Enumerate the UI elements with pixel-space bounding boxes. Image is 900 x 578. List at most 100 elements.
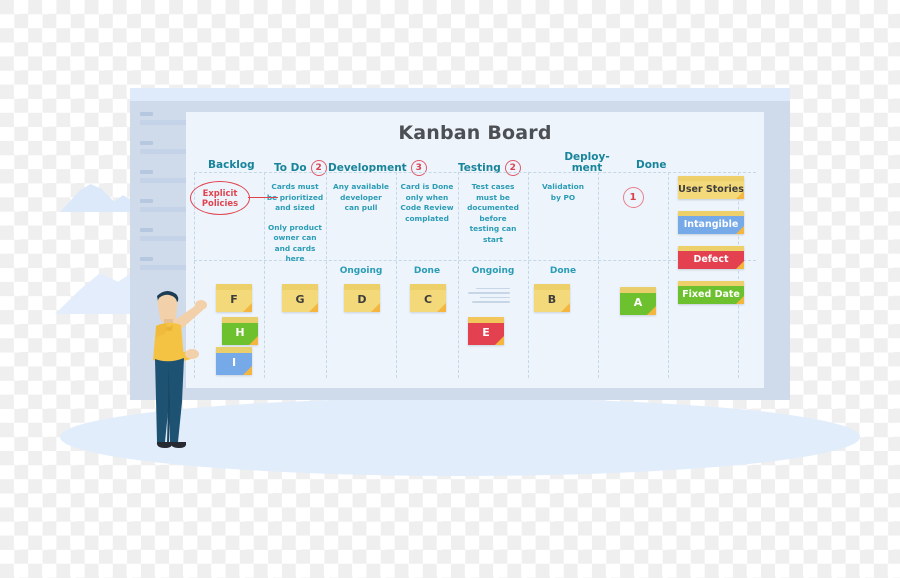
person-svg (153, 290, 207, 448)
policy-line: can pull (344, 203, 378, 212)
wip-limit-deployment: 1 (622, 186, 644, 208)
sub-header-development-done: Done (413, 266, 441, 276)
card-label: D (357, 293, 367, 306)
policy-line: Card is Done (400, 182, 454, 191)
sidebar-placeholder-short (140, 170, 153, 174)
policy-line: start (482, 234, 504, 244)
card-strip (410, 284, 446, 290)
person-illustration (146, 286, 212, 458)
motion-lines-icon (468, 288, 510, 306)
policy-line: testing can (469, 224, 517, 233)
wip-limit-testing: 2 (504, 160, 521, 176)
kanban-card-h[interactable]: H (222, 317, 258, 345)
policy-development-ongoing: Any available developer can pull (328, 182, 394, 214)
kanban-card-e[interactable]: E (468, 317, 504, 345)
policy-line: Any available (332, 182, 390, 191)
card-label: F (230, 293, 238, 306)
callout-line1: Explicit (202, 188, 238, 198)
column-header-backlog[interactable]: Backlog (208, 160, 255, 171)
card-label: B (547, 293, 557, 306)
grid-vline (396, 172, 397, 378)
policy-line: documented (467, 203, 519, 212)
card-fold-icon (437, 303, 446, 312)
policy-line: complated (405, 213, 449, 223)
illustration-stage: Kanban Board Backlog To Do 2 Development… (0, 0, 900, 578)
card-fold-icon (561, 303, 570, 312)
column-label-backlog: Backlog (208, 159, 255, 171)
card-strip (282, 284, 318, 290)
sidebar-placeholder-row (140, 199, 192, 212)
policy-line: developer (340, 192, 382, 202)
policy-testing-done: Validation by PO (530, 182, 596, 203)
legend-card-user-stories[interactable]: User Stories (678, 176, 744, 199)
page-title: Kanban Board (398, 122, 552, 144)
column-header-row: Backlog To Do 2 Development 3 Testing 2 … (186, 152, 764, 178)
card-strip (678, 281, 744, 286)
column-header-done[interactable]: Done (636, 160, 667, 171)
policy-testing-ongoing: Test cases must be documented before tes… (460, 182, 526, 245)
sidebar-placeholder-short (140, 199, 153, 203)
column-header-deployment[interactable]: Deploy- ment (560, 152, 614, 174)
kanban-card-f[interactable]: F (216, 284, 252, 312)
sidebar-placeholder-row (140, 141, 192, 154)
policy-line: Validation (541, 182, 585, 191)
policy-todo: Cards must be prioritized and sized Only… (266, 182, 324, 265)
card-strip (678, 211, 744, 216)
column-header-testing[interactable]: Testing 2 (458, 160, 521, 176)
grid-vline (264, 172, 265, 378)
card-fold-icon (249, 336, 258, 345)
column-label-done: Done (636, 159, 667, 171)
column-header-todo[interactable]: To Do 2 (274, 160, 327, 176)
card-fold-icon (495, 336, 504, 345)
sidebar-placeholder-long (140, 120, 192, 125)
column-header-development[interactable]: Development 3 (328, 160, 427, 176)
card-strip (344, 284, 380, 290)
card-label: E (482, 326, 490, 339)
policy-line: before (479, 213, 507, 223)
sidebar-placeholder-long (140, 149, 192, 154)
sidebar-placeholder-row (140, 228, 192, 241)
card-fold-icon (736, 261, 744, 269)
sub-header-testing-ongoing: Ongoing (471, 266, 515, 276)
board-frame-top (130, 88, 790, 101)
card-fold-icon (309, 303, 318, 312)
card-strip (678, 246, 744, 251)
legend-label: Intangible (683, 218, 739, 230)
kanban-card-d[interactable]: D (344, 284, 380, 312)
policy-line: Cards must (271, 182, 319, 191)
sidebar-placeholder-short (140, 141, 153, 145)
policy-development-done: Card is Done only when Code Review compl… (398, 182, 456, 224)
legend-label: Defect (693, 253, 729, 265)
card-strip (222, 317, 258, 323)
kanban-card-b[interactable]: B (534, 284, 570, 312)
grid-hline (194, 172, 756, 173)
card-strip (216, 347, 252, 353)
sidebar-placeholder-row (140, 112, 192, 125)
card-strip (468, 317, 504, 323)
callout-leader-line (248, 197, 278, 198)
card-fold-icon (243, 366, 252, 375)
kanban-card-a[interactable]: A (620, 287, 656, 315)
card-strip (620, 287, 656, 293)
kanban-card-c[interactable]: C (410, 284, 446, 312)
card-strip (678, 176, 744, 181)
grid-vline (598, 172, 599, 378)
sub-header-testing-done: Done (549, 266, 577, 276)
sidebar-placeholder-long (140, 265, 192, 270)
legend-card-defect[interactable]: Defect (678, 246, 744, 269)
legend-card-fixed-date[interactable]: Fixed Date (678, 281, 744, 304)
wip-limit-todo: 2 (310, 160, 327, 176)
sidebar-placeholder-short (140, 228, 153, 232)
card-label: A (633, 296, 643, 309)
policy-line: only when (405, 192, 449, 202)
grid-vline (458, 172, 459, 378)
grid-vline (528, 172, 529, 378)
kanban-card-g[interactable]: G (282, 284, 318, 312)
kanban-card-i[interactable]: I (216, 347, 252, 375)
card-fold-icon (243, 303, 252, 312)
policy-line: Code Review (400, 203, 454, 212)
legend-card-intangible[interactable]: Intangible (678, 211, 744, 234)
card-fold-icon (647, 306, 656, 315)
card-strip (534, 284, 570, 290)
card-label: G (295, 293, 305, 306)
